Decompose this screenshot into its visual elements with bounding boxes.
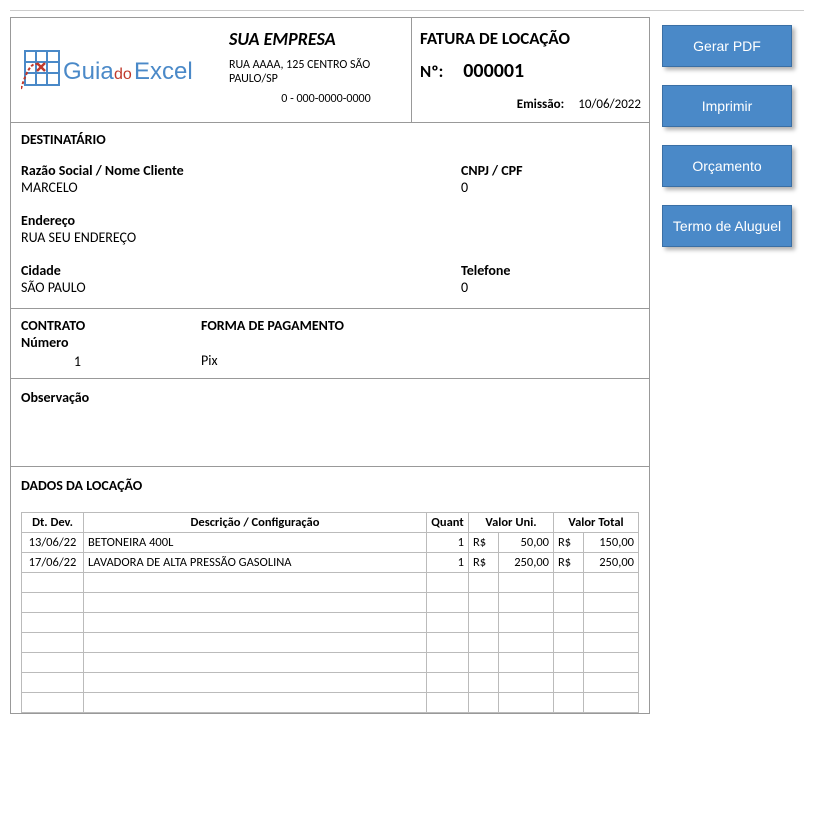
table-row-empty [22,613,639,633]
invoice-document: Guia do Excel SUA EMPRESA RUA AAAA, 125 … [10,17,650,714]
items-table: Dt. Dev. Descrição / Configuração Quant … [21,512,639,713]
table-row-empty [22,593,639,613]
addr-value: RUA SEU ENDEREÇO [21,229,461,246]
table-row-empty [22,653,639,673]
table-row-empty [22,693,639,713]
contract-num-value: 1 [21,353,201,370]
table-row: 13/06/22BETONEIRA 400L1R$50,00R$150,00 [22,533,639,553]
cell-total-value: 250,00 [584,553,639,573]
phone-value: 0 [461,279,639,296]
header: Guia do Excel SUA EMPRESA RUA AAAA, 125 … [11,18,649,123]
phone-label: Telefone [461,262,639,279]
doc-label: CNPJ / CPF [461,162,639,179]
table-row-empty [22,573,639,593]
observation-label: Observação [21,389,639,406]
invoice-info: FATURA DE LOCAÇÃO Nº: 000001 Emissão: 10… [411,18,649,122]
budget-button[interactable]: Orçamento [662,145,792,187]
svg-text:Excel: Excel [134,58,193,85]
th-desc: Descrição / Configuração [84,513,427,533]
company-info: SUA EMPRESA RUA AAAA, 125 CENTRO SÃO PAU… [221,18,411,122]
city-label: Cidade [21,262,461,279]
payment-value: Pix [201,352,639,369]
doc-value: 0 [461,179,639,196]
locacao-section: DADOS DA LOCAÇÃO Dt. Dev. Descrição / Co… [11,467,649,713]
cell-unit-value: 50,00 [499,533,554,553]
company-id: 0 - 000-0000-0000 [229,92,403,106]
invoice-num-value: 000001 [463,59,524,83]
cell-date: 13/06/22 [22,533,84,553]
cell-total-value: 150,00 [584,533,639,553]
contract-title: CONTRATO [21,317,201,334]
invoice-num-label: Nº: [420,61,443,82]
emission-date: 10/06/2022 [578,97,641,112]
guia-do-excel-logo: Guia do Excel [21,45,211,95]
addr-label: Endereço [21,212,461,229]
emission-label: Emissão: [517,97,564,112]
th-date: Dt. Dev. [22,513,84,533]
lease-term-button[interactable]: Termo de Aluguel [662,205,792,247]
table-header-row: Dt. Dev. Descrição / Configuração Quant … [22,513,639,533]
generate-pdf-button[interactable]: Gerar PDF [662,25,792,67]
locacao-heading: DADOS DA LOCAÇÃO [21,477,639,494]
cell-currency: R$ [554,553,584,573]
cell-desc: BETONEIRA 400L [84,533,427,553]
th-total: Valor Total [554,513,639,533]
action-sidebar: Gerar PDF Imprimir Orçamento Termo de Al… [662,17,792,714]
contract-num-label: Número [21,334,201,351]
cell-qty: 1 [427,553,469,573]
observation-section: Observação [11,379,649,467]
table-row-empty [22,633,639,653]
name-value: MARCELO [21,179,461,196]
payment-title: FORMA DE PAGAMENTO [201,317,639,334]
recipient-section: DESTINATÁRIO Razão Social / Nome Cliente… [11,123,649,309]
cell-currency: R$ [469,553,499,573]
table-row-empty [22,673,639,693]
th-unit: Valor Uni. [469,513,554,533]
cell-currency: R$ [469,533,499,553]
cell-date: 17/06/22 [22,553,84,573]
city-value: SÃO PAULO [21,279,461,296]
svg-text:do: do [114,66,132,83]
name-label: Razão Social / Nome Cliente [21,162,461,179]
company-name: SUA EMPRESA [229,28,403,50]
contract-section: CONTRATO Número 1 FORMA DE PAGAMENTO Pix [11,309,649,379]
table-row: 17/06/22LAVADORA DE ALTA PRESSÃO GASOLIN… [22,553,639,573]
cell-qty: 1 [427,533,469,553]
cell-currency: R$ [554,533,584,553]
invoice-title: FATURA DE LOCAÇÃO [420,28,641,49]
svg-text:Guia: Guia [63,58,114,85]
company-address: RUA AAAA, 125 CENTRO SÃO PAULO/SP [229,58,403,86]
recipient-heading: DESTINATÁRIO [21,131,639,148]
th-qty: Quant [427,513,469,533]
logo-cell: Guia do Excel [11,18,221,122]
print-button[interactable]: Imprimir [662,85,792,127]
cell-unit-value: 250,00 [499,553,554,573]
cell-desc: LAVADORA DE ALTA PRESSÃO GASOLINA [84,553,427,573]
